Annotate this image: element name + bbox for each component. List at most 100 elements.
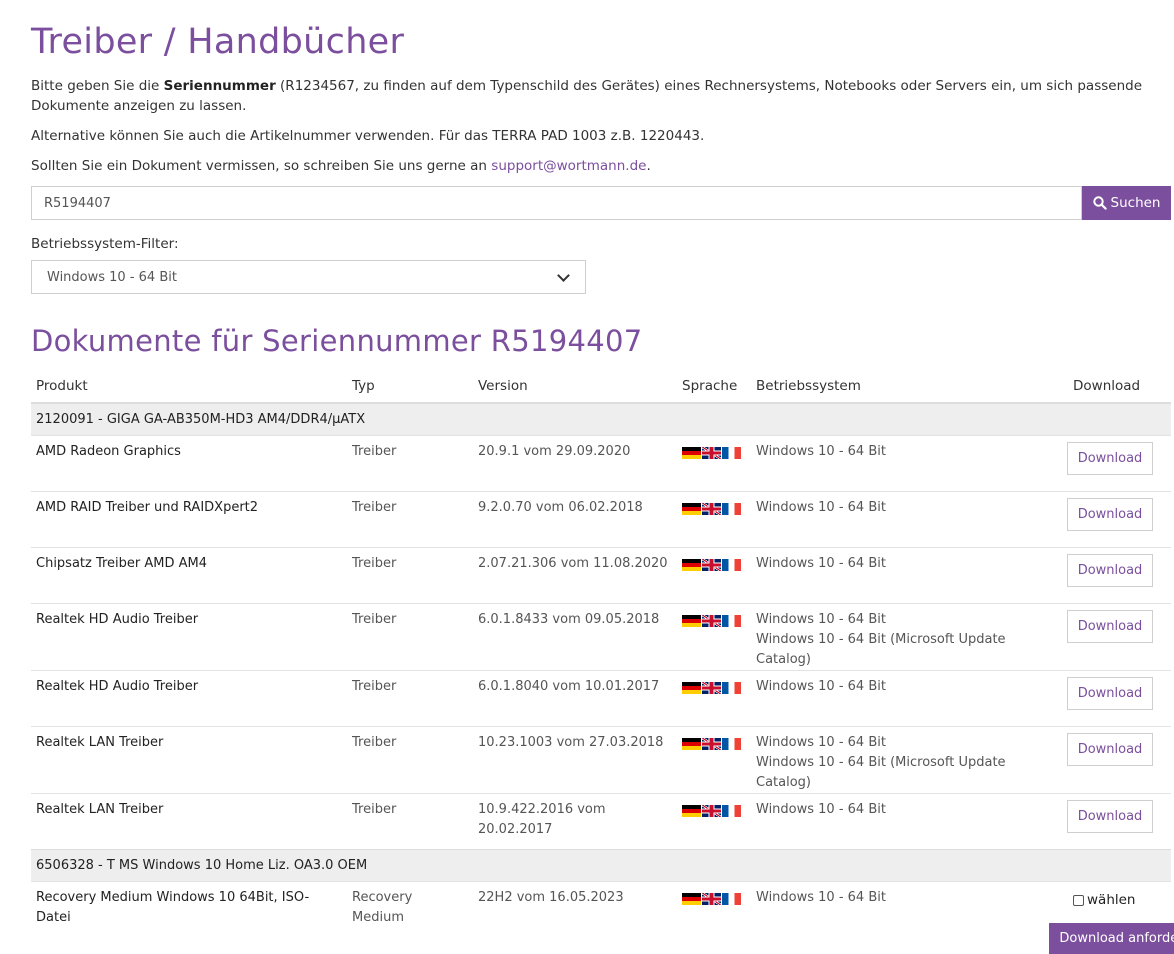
language-flags — [682, 805, 746, 817]
os-entry: Windows 10 - 64 Bit — [756, 500, 886, 515]
os-filter-select[interactable]: Windows 10 - 64 Bit — [31, 260, 586, 294]
alternative-text: Alternative können Sie auch die Artikeln… — [31, 128, 705, 144]
action-cell: Download — [1067, 435, 1171, 492]
download-button[interactable]: Download — [1067, 442, 1153, 475]
column-header: Produkt — [31, 370, 347, 404]
column-header: Sprache — [677, 370, 751, 404]
os-entry: Windows 10 - 64 Bit — [756, 735, 886, 750]
os-entry: Windows 10 - 64 Bit — [756, 890, 886, 905]
flag-en-icon — [702, 805, 721, 817]
language-flags — [682, 893, 746, 905]
os-cell: Windows 10 - 64 Bit — [751, 491, 1068, 548]
product-cell: AMD Radeon Graphics — [31, 435, 347, 492]
missing-text: Sollten Sie ein Dokument vermissen, so s… — [31, 156, 1171, 176]
flag-fr-icon — [722, 615, 741, 627]
flag-en-icon — [702, 447, 721, 459]
language-flags — [682, 615, 746, 627]
flag-de-icon — [682, 447, 701, 459]
os-cell: Windows 10 - 64 Bit Windows 10 - 64 Bit (… — [751, 726, 1068, 794]
intro-before: Bitte geben Sie die — [31, 78, 164, 94]
flag-fr-icon — [722, 893, 741, 905]
table-row: Realtek LAN Treiber Treiber 10.23.1003 vom… — [31, 726, 1171, 794]
version-cell: 2.07.21.306 vom 11.08.2020 — [473, 547, 677, 604]
support-email-link[interactable]: support@wortmann.de — [491, 158, 646, 174]
product-cell: AMD RAID Treiber und RAIDXpert2 — [31, 491, 347, 548]
language-flags — [682, 447, 746, 459]
os-entry: Windows 10 - 64 Bit — [756, 679, 886, 694]
action-cell: Download — [1067, 603, 1171, 671]
type-cell: Treiber — [347, 491, 473, 548]
download-button[interactable]: Download — [1067, 554, 1153, 587]
flag-fr-icon — [722, 447, 741, 459]
download-button[interactable]: Download — [1067, 498, 1153, 531]
flag-en-icon — [702, 738, 721, 750]
type-cell: Treiber — [347, 793, 473, 850]
type-cell: Treiber — [347, 547, 473, 604]
table-row: Realtek HD Audio Treiber Treiber 6.0.1.804… — [31, 670, 1171, 727]
type-cell: Treiber — [347, 726, 473, 794]
version-cell: 20.9.1 vom 29.09.2020 — [473, 435, 677, 492]
os-entry: Windows 10 - 64 Bit — [756, 612, 886, 627]
language-flags — [682, 738, 746, 750]
action-cell: Download — [1067, 793, 1171, 850]
os-filter-label: Betriebssystem-Filter: — [31, 236, 179, 252]
os-cell: Windows 10 - 64 Bit — [751, 881, 1068, 932]
search-icon — [1092, 196, 1107, 210]
language-cell — [677, 547, 751, 604]
action-cell: Download — [1067, 547, 1171, 604]
type-cell: Treiber — [347, 435, 473, 492]
flag-en-icon — [702, 615, 721, 627]
type-cell: Treiber — [347, 670, 473, 727]
flag-en-icon — [702, 503, 721, 515]
documents-table: Produkt Typ Version Sprache Betriebssyst… — [31, 370, 1171, 932]
action-cell: Download — [1067, 670, 1171, 727]
table-row: Recovery Medium Windows 10 64Bit, ISO-Da… — [31, 881, 1171, 932]
group-row: 2120091 - GIGA GA-AB350M-HD3 AM4/DDR4/µA… — [31, 402, 1171, 436]
table-header-row: Produkt Typ Version Sprache Betriebssyst… — [31, 370, 1171, 404]
table-row: AMD RAID Treiber und RAIDXpert2 Treiber 9.… — [31, 491, 1171, 548]
group-title: 6506328 - T MS Windows 10 Home Liz. OA3.… — [31, 849, 1171, 882]
column-header: Download — [1068, 370, 1171, 404]
serial-search-input[interactable] — [31, 186, 1082, 220]
flag-de-icon — [682, 738, 701, 750]
product-cell: Chipsatz Treiber AMD AM4 — [31, 547, 347, 604]
product-cell: Realtek LAN Treiber — [31, 793, 347, 850]
search-bar: Suchen — [31, 186, 1171, 220]
table-row: AMD Radeon Graphics Treiber 20.9.1 vom 29.… — [31, 435, 1171, 492]
flag-en-icon — [702, 559, 721, 571]
missing-before: Sollten Sie ein Dokument vermissen, so s… — [31, 158, 492, 174]
search-button[interactable]: Suchen — [1082, 186, 1171, 220]
os-cell: Windows 10 - 64 Bit Windows 10 - 64 Bit (… — [751, 603, 1068, 671]
intro-bold: Seriennummer — [163, 78, 276, 94]
os-entry: Windows 10 - 64 Bit (Microsoft Update Ca… — [756, 755, 1006, 790]
download-button[interactable]: Download — [1067, 677, 1153, 710]
os-cell: Windows 10 - 64 Bit — [751, 547, 1068, 604]
page-title: Treiber / Handbücher — [31, 22, 405, 62]
flag-de-icon — [682, 503, 701, 515]
column-header: Betriebssystem — [751, 370, 1068, 404]
product-cell: Recovery Medium Windows 10 64Bit, ISO-Da… — [31, 881, 347, 932]
flag-fr-icon — [722, 682, 741, 694]
language-cell — [677, 670, 751, 727]
flag-de-icon — [682, 682, 701, 694]
group-title: 2120091 - GIGA GA-AB350M-HD3 AM4/DDR4/µA… — [31, 402, 1171, 436]
product-cell: Realtek HD Audio Treiber — [31, 670, 347, 727]
intro-text: Bitte geben Sie die Seriennummer (R12345… — [31, 76, 1171, 116]
flag-de-icon — [682, 805, 701, 817]
download-button[interactable]: Download — [1067, 610, 1153, 643]
request-download-button[interactable]: Download anfordern — [1049, 923, 1174, 954]
os-cell: Windows 10 - 64 Bit — [751, 670, 1068, 727]
download-button[interactable]: Download — [1067, 733, 1153, 766]
version-cell: 22H2 vom 16.05.2023 — [473, 881, 677, 932]
download-button[interactable]: Download — [1067, 800, 1153, 833]
os-entry: Windows 10 - 64 Bit — [756, 556, 886, 571]
search-button-label: Suchen — [1110, 195, 1161, 211]
version-cell: 9.2.0.70 vom 06.02.2018 — [473, 491, 677, 548]
language-cell — [677, 603, 751, 671]
table-row: Realtek HD Audio Treiber Treiber 6.0.1.843… — [31, 603, 1171, 671]
type-cell: Treiber — [347, 603, 473, 671]
checkbox-icon[interactable] — [1073, 894, 1084, 906]
table-row: Realtek LAN Treiber Treiber 10.9.422.2016 … — [31, 793, 1171, 850]
flag-en-icon — [702, 682, 721, 694]
select-checkbox[interactable]: wählen — [1073, 890, 1166, 910]
